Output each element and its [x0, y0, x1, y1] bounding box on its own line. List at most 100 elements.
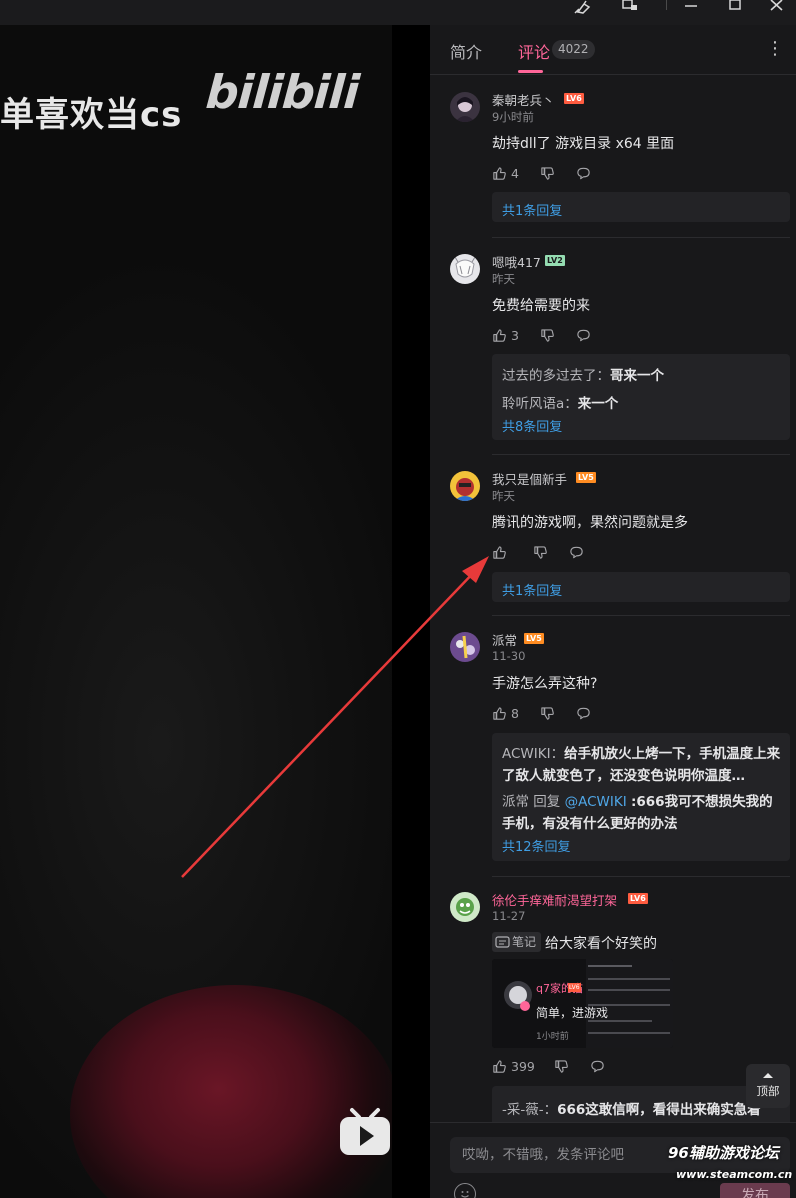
comment-time: 昨天 [492, 272, 515, 286]
watermark-url: www.steamcom.cn [676, 1168, 793, 1181]
dislike-button[interactable] [533, 544, 548, 560]
comment-time: 9小时前 [492, 110, 534, 124]
reply-username[interactable]: 派常 [502, 794, 529, 810]
note-label: 笔记 [512, 935, 537, 949]
view-replies-link[interactable]: 共1条回复 [502, 200, 562, 219]
panel-tabs: 简介 评论 4022 ⋮ [430, 25, 796, 75]
reply-username[interactable]: ACWIKI [502, 746, 551, 762]
dislike-button[interactable] [540, 165, 555, 181]
mention-link[interactable]: @ACWIKI [565, 794, 627, 810]
comment-time: 11-30 [492, 649, 526, 663]
comment-text: 腾讯的游戏啊，果然问题就是多 [492, 515, 688, 531]
dislike-button[interactable] [540, 705, 555, 721]
like-button[interactable]: 399 [492, 1058, 535, 1074]
thumbs-down-icon [534, 545, 547, 559]
comment-item: 我只是個新手 LV5 昨天 腾讯的游戏啊，果然问题就是多 共1条回复 [430, 455, 796, 616]
like-button[interactable]: 3 [492, 327, 519, 343]
reply-button[interactable] [576, 327, 591, 343]
like-count: 3 [511, 327, 519, 343]
tab-comments[interactable]: 评论 [518, 39, 550, 63]
level-badge: LV2 [545, 255, 565, 266]
avatar[interactable] [450, 471, 480, 501]
like-count: 399 [511, 1058, 535, 1074]
pip-icon[interactable] [614, 0, 644, 25]
level-badge: LV6 [564, 93, 584, 104]
reply-line: 过去的多过去了：哥来一个 [502, 368, 664, 384]
reply-button[interactable] [590, 1058, 605, 1074]
dislike-button[interactable] [554, 1058, 569, 1074]
thumbs-down-icon [541, 706, 554, 720]
note-badge[interactable]: 笔记 [492, 932, 542, 952]
reply-line: 聆听风语a：来一个 [502, 396, 619, 412]
comment-count-badge: 4022 [552, 40, 595, 59]
thumb-time: 1小时前 [536, 1032, 569, 1042]
reply-button[interactable] [569, 544, 584, 560]
comment-username[interactable]: 徐伦手痒难耐渴望打架 [492, 890, 617, 909]
avatar[interactable] [450, 892, 480, 922]
reply-button[interactable] [576, 165, 591, 181]
titlebar-divider [666, 0, 667, 10]
reply-bubble-icon [577, 707, 590, 719]
avatar[interactable] [450, 92, 480, 122]
thumbs-down-icon [541, 166, 554, 180]
like-button[interactable]: 8 [492, 705, 519, 721]
tab-intro[interactable]: 简介 [450, 39, 482, 63]
thumbs-down-icon [555, 1059, 568, 1073]
bilibili-tv-icon[interactable] [338, 1107, 392, 1157]
comment-username[interactable]: 派常 [492, 630, 517, 649]
like-button[interactable] [492, 544, 511, 560]
reply-box: 过去的多过去了：哥来一个 聆听风语a：来一个 共8条回复 [492, 354, 790, 440]
video-overlay-text: 单喜欢当cs [0, 95, 183, 135]
comment-username[interactable]: 嗯哦417 [492, 252, 541, 271]
comment-username[interactable]: 我只是個新手 [492, 469, 567, 488]
emoji-button[interactable] [454, 1183, 476, 1198]
view-replies-link[interactable]: 共12条回复 [502, 836, 571, 855]
thumbs-up-icon [493, 545, 506, 559]
reply-box: ACWIKI：给手机放火上烤一下，手机温度上来了敌人就变色了，还没变色说明你温度… [492, 733, 790, 861]
reply-username[interactable]: 过去的多过去了 [502, 368, 597, 384]
reply-box: 共1条回复 [492, 572, 790, 602]
comment-list: 秦朝老兵丶 LV6 9小时前 劫持dll了 游戏目录 x64 里面 4 共1条回… [430, 76, 796, 1147]
thumbs-up-icon [493, 166, 506, 180]
bilibili-logo: bilibili [204, 65, 361, 119]
pin-icon[interactable] [568, 0, 598, 25]
more-options-icon[interactable]: ⋮ [766, 39, 784, 61]
comment-text: 免费给需要的来 [492, 298, 590, 314]
maximize-icon[interactable] [720, 0, 750, 25]
view-replies-link[interactable]: 共8条回复 [502, 416, 562, 435]
comment-item: 派常 LV5 11-30 手游怎么弄这种? 8 ACWIKI：给手机放火上烤一下… [430, 616, 796, 877]
thumb-text: 简单，进游戏 [536, 1006, 609, 1020]
reply-username[interactable]: 聆听风语a [502, 396, 564, 412]
dislike-button[interactable] [540, 327, 555, 343]
reply-text: 666这敢信啊，看得出来确实急着 [557, 1102, 761, 1118]
close-icon[interactable] [762, 0, 792, 25]
reply-line: -采-薇-：666这敢信啊，看得出来确实急着 [502, 1102, 761, 1118]
comment-username[interactable]: 秦朝老兵丶 [492, 90, 555, 109]
level-badge: LV5 [576, 472, 596, 483]
back-to-top-button[interactable]: 顶部 [746, 1064, 790, 1108]
reply-button[interactable] [576, 705, 591, 721]
comment-text: 给大家看个好笑的 [545, 936, 657, 952]
thumbs-up-icon [493, 1059, 506, 1073]
comments-panel: 简介 评论 4022 ⋮ 秦朝老兵丶 LV6 9小时前 劫持dll了 游戏目录 … [430, 25, 796, 1198]
avatar[interactable] [450, 632, 480, 662]
comment-item: 嗯哦417 LV2 昨天 免费给需要的来 3 过去的多过去了：哥来一个 聆听风语… [430, 238, 796, 455]
reply-line: ACWIKI：给手机放火上烤一下，手机温度上来了敌人就变色了，还没变色说明你温度… [502, 746, 781, 784]
emoji-icon [461, 1191, 469, 1198]
reply-word: 回复 [533, 794, 561, 810]
caret-up-icon [763, 1073, 773, 1078]
reply-username[interactable]: -采-薇- [502, 1102, 544, 1118]
avatar[interactable] [450, 254, 480, 284]
comment-time: 昨天 [492, 489, 515, 503]
note-icon [495, 935, 510, 948]
view-replies-link[interactable]: 共1条回复 [502, 580, 562, 599]
watermark-title: 96辅助游戏论坛 [668, 1144, 779, 1162]
thumbs-up-icon [493, 328, 506, 342]
note-image-thumbnail[interactable]: q7家的猫 LV6 简单，进游戏 1小时前 [492, 959, 673, 1048]
thumbs-up-icon [493, 706, 506, 720]
send-button[interactable]: 发布 [720, 1183, 790, 1198]
video-player[interactable]: 单喜欢当cs bilibili [0, 25, 430, 1198]
like-button[interactable]: 4 [492, 165, 519, 181]
comment-text: 手游怎么弄这种? [492, 676, 598, 692]
minimize-icon[interactable] [676, 0, 706, 25]
